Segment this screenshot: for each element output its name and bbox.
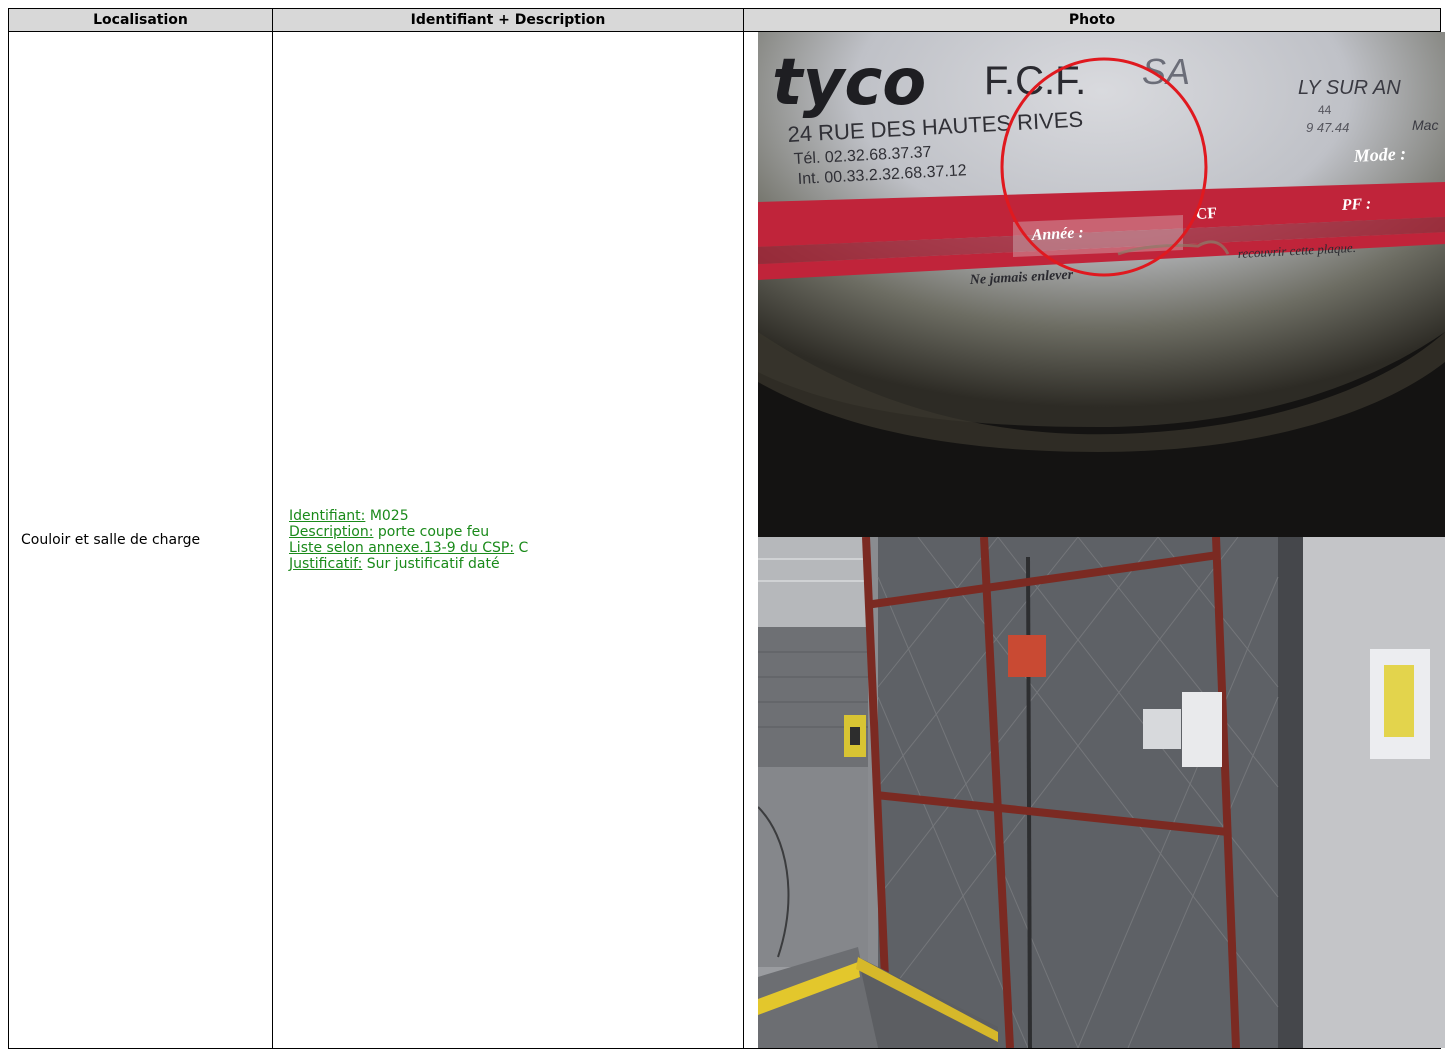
plate-right-num1: 44 — [1318, 103, 1332, 117]
photo-fire-door — [758, 537, 1445, 1048]
field-value: M025 — [369, 508, 409, 524]
field-label: Description: — [289, 524, 374, 540]
plate-annee-label: Année : — [1030, 224, 1084, 244]
table-row: Couloir et salle de charge Identifiant: … — [8, 31, 1445, 1049]
field-label: Liste selon annexe.13-9 du CSP: — [289, 540, 515, 556]
plate-brand: tyco — [772, 46, 926, 120]
header-photo: Photo — [743, 8, 1441, 32]
field-value: C — [518, 540, 529, 556]
localisation-cell: Couloir et salle de charge — [8, 31, 273, 1049]
field-liste-csp: Liste selon annexe.13-9 du CSP: C — [289, 540, 743, 556]
field-description: Description: porte coupe feu — [289, 524, 743, 540]
field-label: Justificatif: — [289, 556, 363, 572]
photo-plate-closeup: tyco F.C.F. SA 24 RUE DES HAUTES RIVES T… — [758, 32, 1445, 537]
report-table: Localisation Identifiant + Description P… — [8, 8, 1445, 1049]
plate-pf-label: PF : — [1340, 195, 1371, 214]
header-identifiant-description: Identifiant + Description — [272, 8, 744, 32]
field-value: Sur justificatif daté — [366, 556, 500, 572]
photo-cell: tyco F.C.F. SA 24 RUE DES HAUTES RIVES T… — [743, 31, 1445, 1049]
photo-container: tyco F.C.F. SA 24 RUE DES HAUTES RIVES T… — [758, 32, 1445, 1048]
localisation-text: Couloir et salle de charge — [21, 532, 201, 548]
header-row: Localisation Identifiant + Description P… — [8, 8, 1441, 32]
plate-right-num2: 9 47.44 — [1306, 120, 1349, 135]
description-cell: Identifiant: M025 Description: porte cou… — [272, 31, 744, 1049]
field-value: porte coupe feu — [377, 524, 490, 540]
header-localisation: Localisation — [8, 8, 273, 32]
plate-right-label: Mac — [1412, 117, 1438, 133]
plate-mode-label: Mode : — [1352, 143, 1406, 166]
field-justificatif: Justificatif: Sur justificatif daté — [289, 556, 743, 572]
plate-right-city: LY SUR AN — [1298, 77, 1401, 99]
field-identifiant: Identifiant: M025 — [289, 508, 743, 524]
field-label: Identifiant: — [289, 508, 366, 524]
